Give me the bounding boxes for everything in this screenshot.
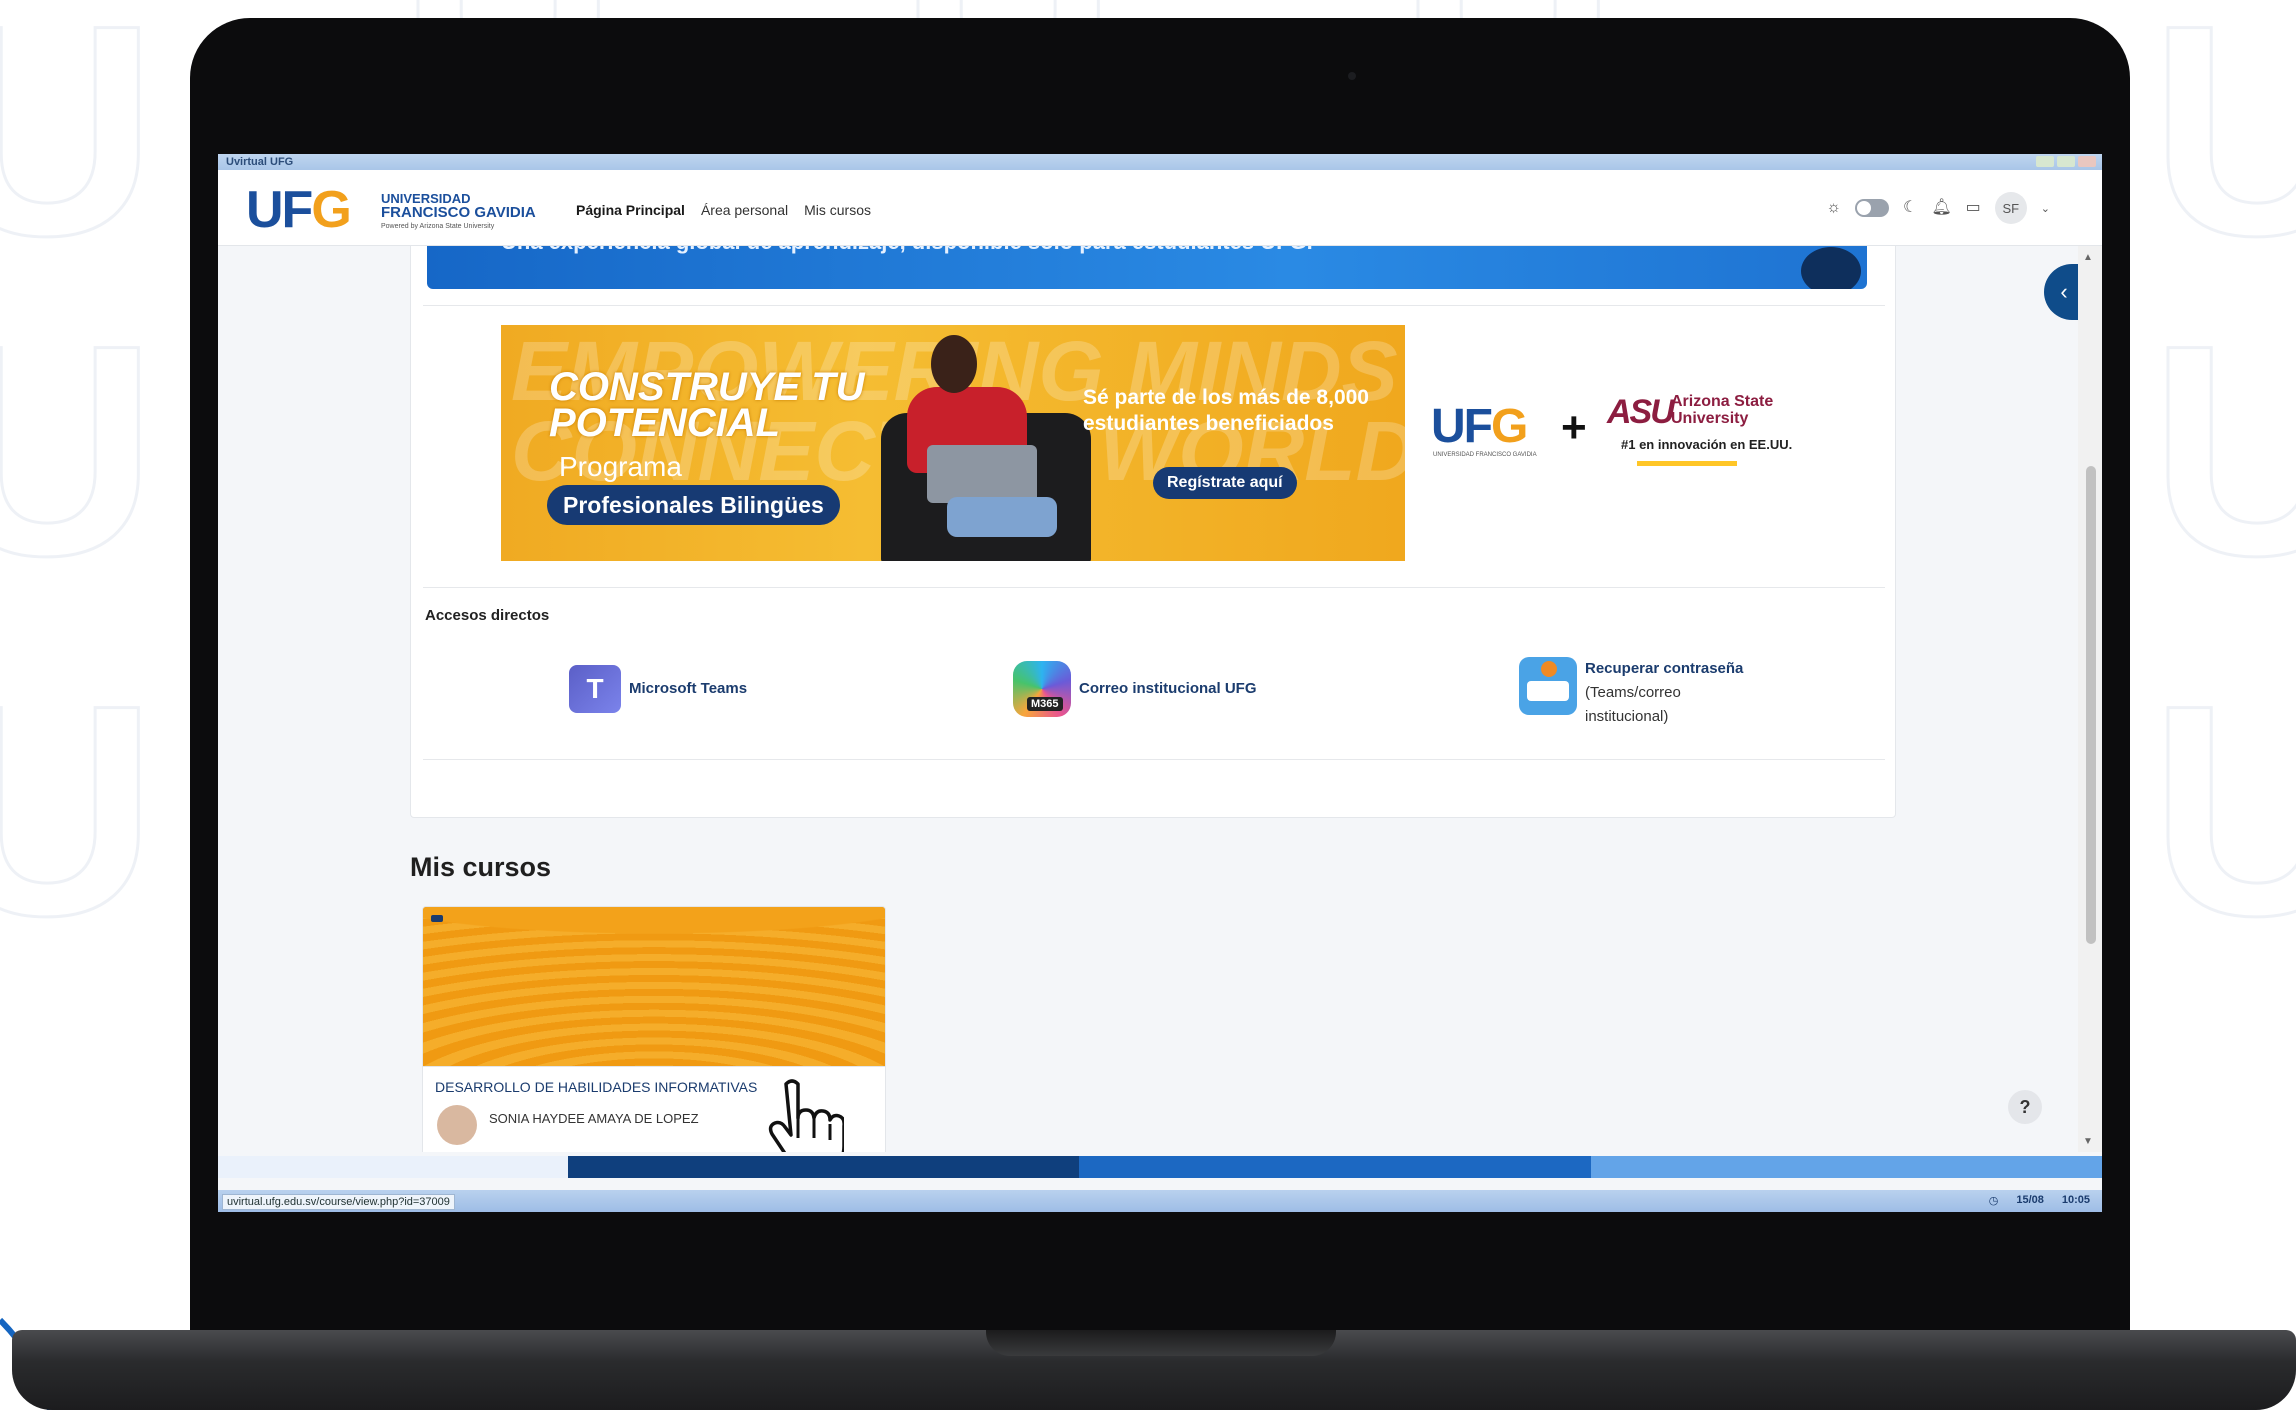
accesos-directos-label: Accesos directos: [425, 607, 550, 624]
asu-ranking-bar: [1637, 461, 1737, 466]
status-time: 10:05: [2061, 1194, 2090, 1206]
access-label-recuperar: Recuperar contraseña: [1585, 660, 1744, 677]
top-banner[interactable]: Una experiencia global de aprendizaje, d…: [427, 246, 1867, 289]
microsoft-365-icon: M365: [1013, 661, 1071, 717]
user-avatar[interactable]: SF: [1994, 192, 2027, 224]
teacher-avatar: [437, 1105, 477, 1145]
scroll-thumb[interactable]: [2086, 466, 2096, 944]
logo-line-3: Powered by Arizona State University: [381, 223, 495, 230]
footer-color-bands: [568, 1156, 2102, 1178]
banner-mascot-icon: [1801, 247, 1861, 289]
sun-icon: ☼: [1826, 199, 1841, 216]
logo-line-2: FRANCISCO GAVIDIA: [381, 204, 536, 221]
asu-name: Arizona State University: [1671, 393, 1774, 427]
divider: [423, 759, 1885, 760]
asu-logo: ASU: [1607, 393, 1675, 431]
chevron-down-icon[interactable]: ⌄: [2041, 202, 2050, 215]
nav-link-pagina-principal[interactable]: Página Principal: [576, 202, 685, 218]
laptop-camera: [1348, 72, 1356, 80]
moon-icon: ☾: [1903, 199, 1918, 216]
footer-color-strip: [218, 1156, 2102, 1178]
maximize-button[interactable]: [2057, 156, 2075, 167]
home-content-card: Una experiencia global de aprendizaje, d…: [410, 246, 1896, 818]
course-name[interactable]: DESARROLLO DE HABILIDADES INFORMATIVAS: [435, 1079, 757, 1095]
help-button[interactable]: ?: [2008, 1090, 2042, 1124]
promo-banner[interactable]: EMPOWERING MINDS CONNECTING WORLDS CONST…: [501, 325, 1405, 561]
promo-subtitle: Sé parte de los más de 8,000 estudiantes…: [1083, 386, 1369, 435]
course-image[interactable]: [423, 907, 885, 1067]
messages-icon[interactable]: ▭: [1966, 198, 1981, 218]
promo-program-name: Profesionales Bilingües: [547, 485, 840, 525]
divider: [423, 587, 1885, 588]
bell-icon[interactable]: 🔔︎: [1931, 198, 1951, 218]
nav-right-controls: ☼ ☾ 🔔︎ ▭ SF ⌄: [1826, 192, 2050, 224]
promo-person-legs: [947, 497, 1057, 537]
access-microsoft-teams[interactable]: T Microsoft Teams: [569, 665, 747, 713]
promo-laptop-image: [927, 445, 1037, 503]
promo-person-head: [931, 335, 977, 393]
theme-toggle[interactable]: [1855, 199, 1889, 217]
access-sub-2: institucional): [1585, 708, 1669, 725]
logo-text: UNIVERSIDAD FRANCISCO GAVIDIA Powered by…: [381, 192, 536, 234]
scroll-up-arrow-icon[interactable]: ▲: [2083, 252, 2093, 263]
status-url: uvirtual.ufg.edu.sv/course/view.php?id=3…: [222, 1194, 455, 1210]
m365-tag: M365: [1027, 697, 1063, 711]
window-title: Uvirtual UFG: [226, 156, 294, 168]
browser-statusbar: uvirtual.ufg.edu.sv/course/view.php?id=3…: [218, 1190, 2102, 1212]
partner-ufg-subtitle: UNIVERSIDAD FRANCISCO GAVIDIA: [1433, 452, 1537, 458]
access-label-teams: Microsoft Teams: [629, 680, 748, 697]
top-navbar: UFG UNIVERSIDAD FRANCISCO GAVIDIA Powere…: [218, 170, 2102, 246]
course-menu-icon[interactable]: [431, 915, 443, 922]
access-sub-1: (Teams/correo: [1585, 684, 1681, 701]
ufg-logo[interactable]: UFG: [246, 184, 352, 236]
course-teacher: SONIA HAYDEE AMAYA DE LOPEZ: [489, 1111, 699, 1126]
access-label-correo: Correo institucional UFG: [1079, 680, 1257, 697]
promo-programa-label: Programa: [559, 451, 682, 482]
clock-icon: ◷: [1988, 1195, 1999, 1207]
scroll-down-arrow-icon[interactable]: ▼: [2083, 1136, 2093, 1147]
access-correo-institucional[interactable]: M365 Correo institucional UFG: [1013, 661, 1257, 717]
top-banner-text: Una experiencia global de aprendizaje, d…: [501, 246, 1313, 255]
main-content: Una experiencia global de aprendizaje, d…: [218, 246, 2078, 1152]
laptop-screen: Uvirtual UFG UFG UNIVERSIDAD FRANCISCO G…: [218, 154, 2102, 1212]
nav-link-area-personal[interactable]: Área personal: [701, 202, 788, 218]
window-controls: [2036, 156, 2096, 167]
window-titlebar: Uvirtual UFG: [218, 154, 2102, 170]
status-date: 15/08: [2016, 1194, 2044, 1206]
nav-link-mis-cursos[interactable]: Mis cursos: [804, 202, 871, 218]
partner-ufg-logo: UFG: [1431, 400, 1528, 453]
microsoft-teams-icon: T: [569, 665, 621, 713]
hand-pointer-icon: [768, 1079, 844, 1152]
password-recovery-icon: [1519, 657, 1577, 715]
close-button[interactable]: [2078, 156, 2096, 167]
divider: [423, 305, 1885, 306]
minimize-button[interactable]: [2036, 156, 2054, 167]
promo-title: CONSTRUYE TU POTENCIAL: [549, 365, 865, 445]
nav-links: Página Principal Área personal Mis curso…: [576, 202, 871, 218]
plus-icon: +: [1561, 403, 1587, 452]
vertical-scrollbar[interactable]: ▲ ▼: [2078, 246, 2102, 1152]
access-recuperar-contrasena[interactable]: Recuperar contraseña (Teams/correo insti…: [1519, 657, 1743, 729]
status-right: ◷ 15/08 10:05: [1989, 1194, 2090, 1207]
laptop-notch: [986, 1330, 1336, 1356]
register-button[interactable]: Regístrate aquí: [1153, 467, 1297, 499]
mis-cursos-heading: Mis cursos: [410, 852, 552, 882]
asu-ranking: #1 en innovación en EE.UU.: [1621, 437, 1793, 452]
